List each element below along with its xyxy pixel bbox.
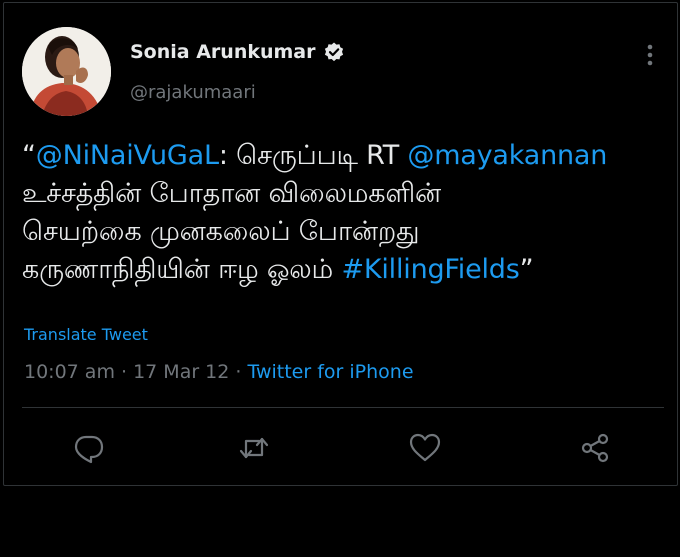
tweet-text: “@NiNaiVuGaL: செருப்படி RT @mayakannan உ… xyxy=(22,137,672,289)
tweet-date[interactable]: 17 Mar 12 xyxy=(133,361,229,383)
hashtag-link[interactable]: #KillingFields xyxy=(341,254,519,285)
retweet-button[interactable] xyxy=(237,431,271,465)
more-vertical-icon[interactable] xyxy=(640,41,660,69)
verified-badge-icon xyxy=(323,41,345,63)
translate-tweet-link[interactable]: Translate Tweet xyxy=(24,325,148,344)
tweet-line-2: உச்சத்தின் போதான விலைமகளின் xyxy=(22,178,442,209)
retweet-icon xyxy=(239,437,269,459)
share-icon xyxy=(581,433,609,463)
meta-separator: · xyxy=(114,361,134,383)
avatar-image xyxy=(22,27,111,116)
tweet-line-1: “@NiNaiVuGaL: செருப்படி RT @mayakannan xyxy=(22,137,672,175)
tweet-source-link[interactable]: Twitter for iPhone xyxy=(247,361,413,383)
tweet-meta: 10:07 am · 17 Mar 12 · Twitter for iPhon… xyxy=(24,361,414,383)
display-name[interactable]: Sonia Arunkumar xyxy=(130,41,316,63)
reply-button[interactable] xyxy=(72,431,106,465)
like-icon xyxy=(409,433,441,462)
tweet-text-segment: : செருப்படி RT xyxy=(218,140,408,171)
tweet-line-3: செயற்கை முனகலைப் போன்றது xyxy=(22,216,420,247)
tweet-line-4: கருணாநிதியின் ஈழ ஓலம் #KillingFields” xyxy=(22,251,672,289)
meta-separator: · xyxy=(229,361,248,383)
open-quote: “ xyxy=(22,140,36,171)
like-button[interactable] xyxy=(408,431,442,465)
close-quote: ” xyxy=(519,254,534,285)
divider xyxy=(22,407,664,408)
reply-icon xyxy=(74,435,104,464)
user-handle[interactable]: @rajakumaari xyxy=(130,82,256,103)
screenshot-frame: Sonia Arunkumar @rajakumaari “@NiNaiVuGa… xyxy=(0,0,680,557)
avatar[interactable] xyxy=(22,27,111,116)
share-button[interactable] xyxy=(578,431,612,465)
tweet-text-segment: கருணாநிதியின் ஈழ ஓலம் xyxy=(22,254,342,285)
mention-link[interactable]: @NiNaiVuGaL xyxy=(36,140,219,171)
tweet-card: Sonia Arunkumar @rajakumaari “@NiNaiVuGa… xyxy=(3,2,678,486)
tweet-time[interactable]: 10:07 am xyxy=(24,361,115,383)
mention-link[interactable]: @mayakannan xyxy=(407,140,607,171)
display-name-row[interactable]: Sonia Arunkumar xyxy=(130,41,345,63)
